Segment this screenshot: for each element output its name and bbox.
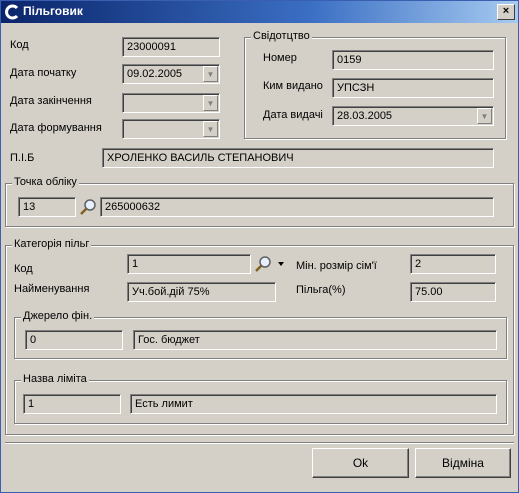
funding-name-field[interactable]: Гос. бюджет — [133, 330, 497, 350]
chevron-down-icon[interactable]: ▼ — [203, 121, 218, 137]
benefit-caption: Категорія пільг — [12, 238, 92, 250]
limit-caption: Назва ліміта — [21, 373, 89, 385]
cert-number-label: Номер — [263, 52, 297, 64]
chevron-down-icon[interactable]: ▼ — [203, 66, 218, 82]
start-date-value: 09.02.2005 — [127, 68, 183, 80]
funding-code-field[interactable]: 0 — [25, 330, 123, 350]
cert-issuer-label: Ким видано — [263, 80, 323, 92]
end-date-label: Дата закінчення — [10, 95, 92, 107]
cert-number-field[interactable]: 0159 — [332, 50, 494, 70]
chevron-down-icon[interactable]: ▼ — [203, 95, 218, 111]
family-size-field[interactable]: 2 — [410, 254, 496, 274]
pib-label: П.І.Б — [10, 152, 35, 164]
benefit-kod-label: Код — [14, 263, 33, 275]
cert-issuer-field[interactable]: УПСЗН — [332, 78, 494, 98]
funding-caption: Джерело фін. — [21, 310, 95, 322]
dropdown-arrow-icon[interactable] — [277, 261, 285, 267]
chevron-down-icon[interactable]: ▼ — [477, 108, 492, 124]
benefit-name-field[interactable]: Уч.бой.дій 75% — [127, 282, 276, 302]
app-icon — [5, 4, 19, 20]
cert-date-picker[interactable]: 28.03.2005 ▼ — [332, 106, 494, 126]
benefit-percent-field[interactable]: 75.00 — [410, 282, 496, 302]
kod-field[interactable]: 23000091 — [122, 37, 220, 57]
cancel-button[interactable]: Відміна — [415, 448, 511, 478]
account-code-field[interactable]: 13 — [18, 197, 76, 217]
end-date-picker[interactable]: ▼ — [122, 93, 220, 113]
cert-date-value: 28.03.2005 — [337, 110, 393, 122]
form-date-picker[interactable]: ▼ — [122, 119, 220, 139]
benefit-name-label: Найменування — [14, 283, 90, 295]
close-button[interactable]: × — [497, 4, 515, 20]
search-icon[interactable] — [254, 255, 272, 273]
kod-label: Код — [10, 39, 29, 51]
start-date-label: Дата початку — [10, 67, 77, 79]
title-bar[interactable]: Пільговик × — [1, 1, 518, 23]
dialog-window: Пільговик × Код 23000091 Дата початку 09… — [0, 0, 519, 493]
limit-code-field[interactable]: 1 — [23, 394, 121, 414]
window-title: Пільговик — [23, 4, 83, 18]
certificate-caption: Свідотцтво — [251, 30, 312, 42]
account-number-field[interactable]: 265000632 — [100, 197, 494, 217]
form-date-label: Дата формування — [10, 122, 102, 134]
benefit-percent-label: Пільга(%) — [296, 284, 346, 296]
ok-button[interactable]: Ok — [312, 448, 409, 478]
account-caption: Точка обліку — [12, 176, 79, 188]
family-size-label: Мін. розмір сім'ї — [296, 260, 377, 272]
cert-date-label: Дата видачі — [263, 109, 323, 121]
divider — [5, 442, 514, 444]
start-date-picker[interactable]: 09.02.2005 ▼ — [122, 64, 220, 84]
limit-name-field[interactable]: Есть лимит — [130, 394, 497, 414]
pib-field[interactable]: ХРОЛЕНКО ВАСИЛЬ СТЕПАНОВИЧ — [102, 148, 494, 168]
benefit-kod-field[interactable]: 1 — [127, 254, 251, 274]
search-icon[interactable] — [79, 198, 97, 216]
